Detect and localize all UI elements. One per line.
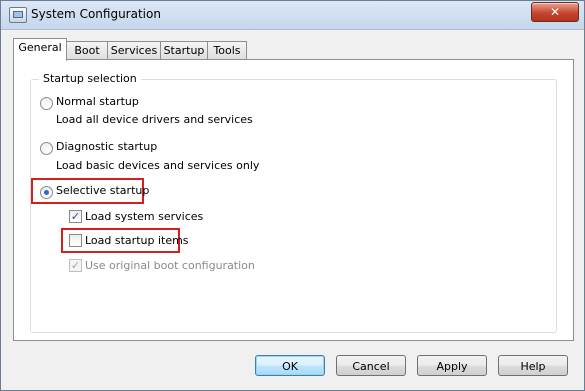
use-original-boot-config-checkbox: ✓	[69, 259, 82, 272]
load-system-services-label[interactable]: Load system services	[85, 210, 203, 223]
diagnostic-startup-description: Load basic devices and services only	[56, 159, 260, 172]
selective-startup-radio[interactable]	[40, 186, 53, 199]
title-bar[interactable]: System Configuration ✕	[1, 1, 584, 30]
window-title: System Configuration	[31, 7, 161, 21]
selective-startup-label[interactable]: Selective startup	[56, 184, 149, 197]
diagnostic-startup-radio[interactable]	[40, 142, 53, 155]
system-configuration-window: System Configuration ✕ General Boot Serv…	[0, 0, 585, 391]
ok-button[interactable]: OK	[255, 355, 325, 376]
use-original-boot-config-label: Use original boot configuration	[85, 259, 255, 272]
tab-boot[interactable]: Boot	[66, 41, 108, 60]
normal-startup-description: Load all device drivers and services	[56, 113, 253, 126]
tab-startup[interactable]: Startup	[160, 41, 208, 60]
load-system-services-checkbox[interactable]: ✓	[69, 210, 82, 223]
cancel-button[interactable]: Cancel	[336, 355, 406, 376]
msconfig-icon	[9, 7, 27, 23]
tab-tools[interactable]: Tools	[207, 41, 247, 60]
tab-general[interactable]: General	[13, 38, 67, 61]
tab-services[interactable]: Services	[107, 41, 161, 60]
normal-startup-label[interactable]: Normal startup	[56, 95, 139, 108]
load-startup-items-checkbox[interactable]	[69, 234, 82, 247]
help-button[interactable]: Help	[498, 355, 568, 376]
startup-selection-group: Startup selection Normal startup Load al…	[30, 72, 557, 333]
apply-button[interactable]: Apply	[417, 355, 487, 376]
load-startup-items-label[interactable]: Load startup items	[85, 234, 189, 247]
normal-startup-radio[interactable]	[40, 97, 53, 110]
close-button[interactable]: ✕	[531, 2, 579, 22]
general-tab-panel: Startup selection Normal startup Load al…	[13, 59, 574, 341]
group-title: Startup selection	[39, 72, 141, 85]
diagnostic-startup-label[interactable]: Diagnostic startup	[56, 140, 157, 153]
